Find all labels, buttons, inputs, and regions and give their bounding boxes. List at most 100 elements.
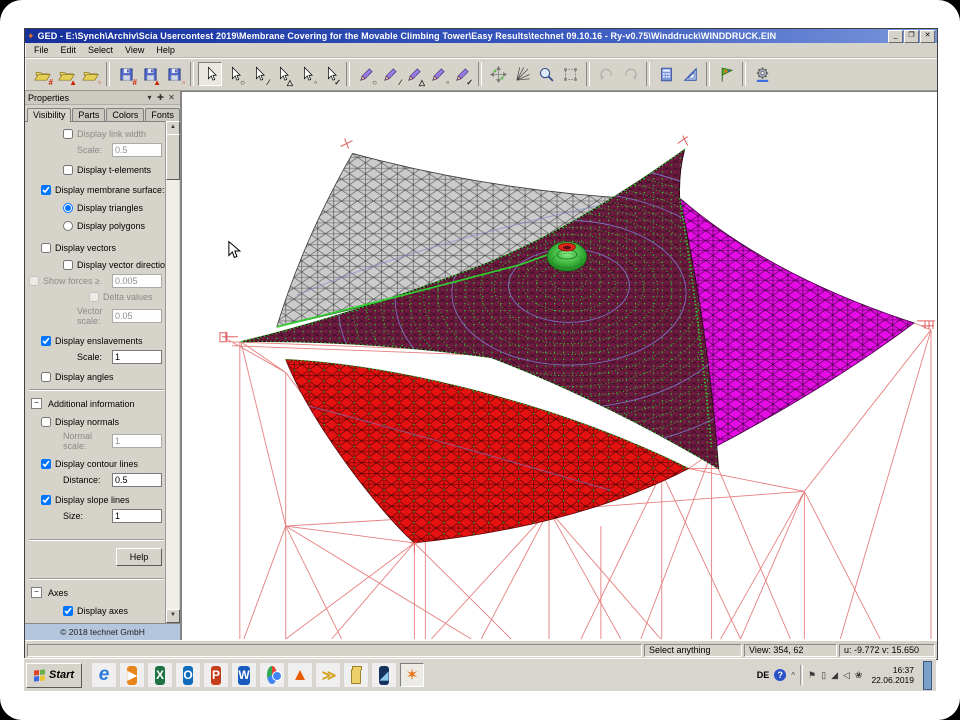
collapse-additional-info-icon[interactable]: − <box>31 398 42 409</box>
select-points-button[interactable]: ○ <box>222 62 246 86</box>
display-vectors-checkbox[interactable] <box>41 243 51 253</box>
clock[interactable]: 16:37 22.06.2019 <box>871 665 914 685</box>
settings-button[interactable] <box>750 62 774 86</box>
volume-icon[interactable]: ◁ <box>843 670 850 681</box>
save-mesh-button[interactable]: # <box>114 62 138 86</box>
display-triangles-radio[interactable] <box>63 203 73 213</box>
flag-tool-button[interactable] <box>714 62 738 86</box>
media-player-taskbar-button[interactable]: ▶ <box>120 663 144 687</box>
open-squares-button[interactable]: ▫ <box>78 62 102 86</box>
measure-button[interactable] <box>678 62 702 86</box>
select-elements-button[interactable]: ✓ <box>318 62 342 86</box>
help-button[interactable]: Help <box>116 548 162 566</box>
panel-scrollbar[interactable]: ▲ ▼ <box>165 121 179 623</box>
rotate-left-button[interactable] <box>594 62 618 86</box>
display-link-width-checkbox[interactable] <box>63 129 73 139</box>
start-button[interactable]: Start <box>26 663 82 688</box>
display-vector-direction-checkbox[interactable] <box>63 260 73 270</box>
calculator-button[interactable] <box>654 62 678 86</box>
display-axes-checkbox[interactable] <box>63 606 73 616</box>
select-lines-button[interactable]: ∕ <box>246 62 270 86</box>
show-forces-checkbox[interactable] <box>29 276 39 286</box>
display-vectors-label: Display vectors <box>55 243 116 253</box>
menu-help[interactable]: Help <box>151 45 180 55</box>
powerpoint-taskbar-button[interactable]: P <box>204 663 228 687</box>
explode-lines-button[interactable] <box>510 62 534 86</box>
ged-technet-icon: ✶ <box>405 665 418 685</box>
display-slope-lines-checkbox[interactable] <box>41 495 51 505</box>
display-contour-lines-checkbox[interactable] <box>41 459 51 469</box>
draw-squares-button[interactable]: ▫ <box>426 62 450 86</box>
network-icon[interactable]: ◢ <box>831 670 838 681</box>
scroll-down-icon[interactable]: ▼ <box>166 609 180 623</box>
help-tray-icon[interactable]: ? <box>774 669 786 681</box>
collapse-axes-icon[interactable]: − <box>31 587 42 598</box>
close-button[interactable]: ✕ <box>920 30 935 43</box>
file-manager-taskbar-button[interactable] <box>344 663 368 687</box>
normal-scale-input[interactable] <box>112 434 162 448</box>
delta-values-checkbox[interactable] <box>89 292 99 302</box>
show-desktop-button[interactable] <box>923 661 932 690</box>
outlook-taskbar-button[interactable]: O <box>176 663 200 687</box>
menu-view[interactable]: View <box>120 45 149 55</box>
viewport-canvas[interactable] <box>182 92 937 640</box>
app-tray-icon[interactable]: ❀ <box>855 670 863 681</box>
display-angles-checkbox[interactable] <box>41 372 51 382</box>
display-enslavements-checkbox[interactable] <box>41 336 51 346</box>
restore-button[interactable]: ❐ <box>904 30 919 43</box>
panel-dropdown-icon[interactable]: ▾ <box>144 93 155 102</box>
menu-file[interactable]: File <box>29 45 54 55</box>
vlc-taskbar-button[interactable]: ▲ <box>288 663 312 687</box>
tab-visibility[interactable]: Visibility <box>27 108 71 122</box>
select-squares-button[interactable]: ▫ <box>294 62 318 86</box>
display-angles-label: Display angles <box>55 372 114 382</box>
contour-distance-input[interactable] <box>112 473 162 487</box>
word-taskbar-button[interactable]: W <box>232 663 256 687</box>
save-triangles-button[interactable]: ▲ <box>138 62 162 86</box>
zoom-extents-button[interactable] <box>558 62 582 86</box>
select-pointer-button[interactable] <box>198 62 222 86</box>
draw-points-button[interactable]: ○ <box>354 62 378 86</box>
scrollbar-thumb[interactable] <box>166 134 180 180</box>
display-normals-checkbox[interactable] <box>41 417 51 427</box>
display-polygons-radio[interactable] <box>63 221 73 231</box>
panel-close-icon[interactable]: ✕ <box>166 93 177 102</box>
open-triangles-button[interactable]: ▲ <box>54 62 78 86</box>
file-compare-taskbar-button[interactable]: ≫ <box>316 663 340 687</box>
enslavements-scale-input[interactable] <box>112 350 162 364</box>
internet-explorer-taskbar-button[interactable]: e <box>92 663 116 687</box>
move-points-button[interactable] <box>486 62 510 86</box>
display-membrane-surface-checkbox[interactable] <box>41 185 51 195</box>
display-t-elements-checkbox[interactable] <box>63 165 73 175</box>
chrome-taskbar-button[interactable] <box>260 663 284 687</box>
link-scale-input[interactable] <box>112 143 162 157</box>
title-bar[interactable]: ✦ GED - E:\Synch\Archiv\Scia Usercontest… <box>25 29 937 43</box>
menu-select[interactable]: Select <box>83 45 118 55</box>
panel-pin-icon[interactable]: ✚ <box>155 93 166 102</box>
menu-edit[interactable]: Edit <box>56 45 82 55</box>
scia-engineer-taskbar-button[interactable]: ◢ <box>372 663 396 687</box>
tray-expand-icon[interactable]: ^ <box>791 671 795 680</box>
select-triangles-button[interactable]: △ <box>270 62 294 86</box>
viewport[interactable] <box>181 91 937 640</box>
rotate-right-button[interactable] <box>618 62 642 86</box>
draw-triangles-button[interactable]: △ <box>402 62 426 86</box>
draw-elements-button[interactable]: ✓ <box>450 62 474 86</box>
excel-taskbar-button[interactable]: X <box>148 663 172 687</box>
show-forces-input[interactable] <box>112 274 162 288</box>
ged-technet-taskbar-button[interactable]: ✶ <box>400 663 424 687</box>
open-mesh-button[interactable]: # <box>30 62 54 86</box>
language-indicator[interactable]: DE <box>757 670 770 680</box>
zoom-button[interactable] <box>534 62 558 86</box>
save-squares-button[interactable]: ▫ <box>162 62 186 86</box>
tab-fonts[interactable]: Fonts <box>145 108 180 121</box>
tab-colors[interactable]: Colors <box>106 108 144 121</box>
flag-icon[interactable]: ⚑ <box>808 670 816 681</box>
vector-scale-input[interactable] <box>112 309 162 323</box>
scroll-up-icon[interactable]: ▲ <box>166 121 180 135</box>
minimize-button[interactable]: _ <box>888 30 903 43</box>
device-icon[interactable]: ▯ <box>821 670 826 681</box>
slope-size-input[interactable] <box>112 509 162 523</box>
tab-parts[interactable]: Parts <box>72 108 105 121</box>
draw-lines-button[interactable]: ∕ <box>378 62 402 86</box>
